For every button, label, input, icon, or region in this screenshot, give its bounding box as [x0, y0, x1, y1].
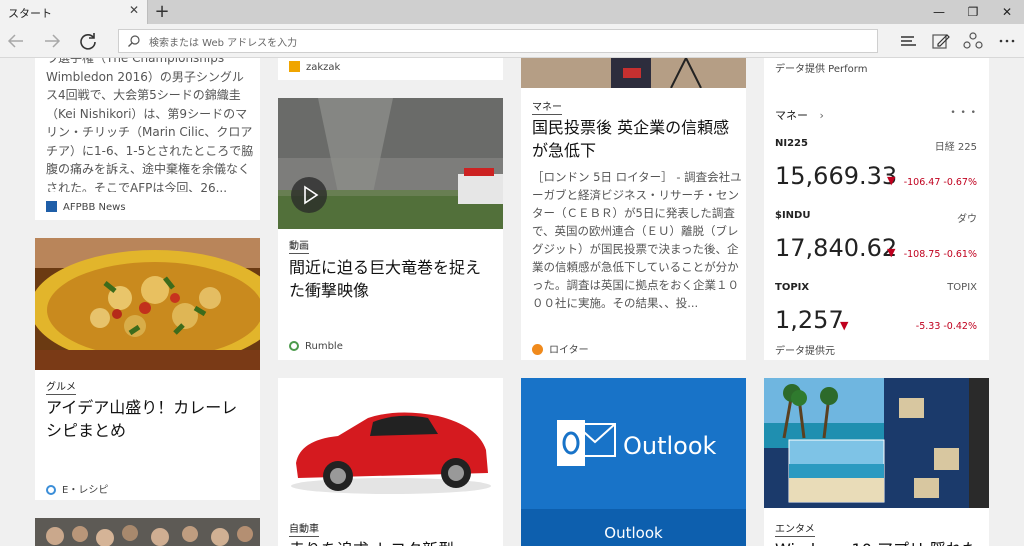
more-icon[interactable] — [996, 30, 1018, 52]
article-headline: アイデア山盛り！カレーレシピまとめ — [46, 398, 238, 440]
web-note-icon[interactable] — [930, 30, 952, 52]
article-source: ロイター — [532, 341, 589, 356]
market-card[interactable]: データ提供 Perform マネー › • • • NI225 日経 225 1… — [764, 58, 989, 360]
market-change: -106.47 -0.67% — [903, 177, 977, 188]
down-arrow-icon: ▼ — [887, 246, 896, 259]
window-close-icon[interactable]: ✕ — [990, 0, 1024, 24]
crowd-photo — [35, 518, 260, 546]
article-category: 動画 — [289, 237, 309, 254]
article-headline: Windows 10 アプリ 隠れた — [775, 538, 980, 546]
news-card-zakzak[interactable]: zakzak — [278, 58, 503, 80]
outlook-tile[interactable]: Outlook Outlook — [521, 378, 746, 546]
press-conference-photo — [521, 58, 746, 88]
tab-close-icon[interactable]: ✕ — [127, 3, 141, 17]
market-footer: データ提供元 — [775, 346, 835, 357]
market-name: ダウ — [957, 214, 977, 225]
article-source: Rumble — [289, 341, 343, 352]
news-card-money[interactable]: マネー 国民投票後 英企業の信頼感が急低下 ［ロンドン 5日 ロイター］ - 調… — [521, 58, 746, 360]
article-headline: 間近に迫る巨大竜巻を捉えた衝撃映像 — [289, 258, 482, 300]
market-symbol: NI225 — [775, 138, 808, 149]
news-feed: ラ選手権（The Championships Wimbledon 2016）の男… — [0, 58, 1024, 546]
reuters-logo-icon — [532, 344, 543, 355]
market-symbol: TOPIX — [775, 282, 810, 293]
article-headline: 走りを追求 トヨタ新型 — [289, 538, 494, 546]
hub-icon[interactable] — [898, 30, 920, 52]
article-body: ラ選手権（The Championships Wimbledon 2016）の男… — [46, 58, 254, 192]
navigation-bar: 検索または Web アドレスを入力 — [0, 24, 1024, 58]
address-placeholder: 検索または Web アドレスを入力 — [149, 38, 298, 49]
article-headline: 国民投票後 英企業の信頼感が急低下 — [532, 118, 730, 160]
search-icon — [128, 35, 140, 47]
refresh-icon[interactable] — [76, 29, 100, 53]
minimize-icon[interactable]: — — [922, 0, 956, 24]
news-card-tornado[interactable]: 動画 間近に迫る巨大竜巻を捉えた衝撃映像 Rumble — [278, 98, 503, 360]
more-options-icon[interactable]: • • • — [950, 108, 977, 118]
news-card-car[interactable]: 自動車 走りを追求 トヨタ新型 — [278, 378, 503, 546]
market-header[interactable]: マネー › — [775, 107, 824, 123]
market-value: 1,257 — [775, 306, 844, 334]
news-card-entertainment[interactable]: エンタメ Windows 10 アプリ 隠れた — [764, 378, 989, 546]
outlook-label: Outlook — [604, 524, 663, 542]
market-value: 15,669.33 — [775, 162, 898, 190]
tab-bar: スタート ✕ + — ❐ ✕ — [0, 0, 1024, 24]
back-icon[interactable] — [4, 29, 28, 53]
market-name: 日経 225 — [934, 142, 977, 153]
article-source: AFPBB News — [46, 201, 126, 213]
market-change: -5.33 -0.42% — [915, 321, 977, 332]
market-top-note: データ提供 Perform — [775, 64, 868, 75]
restore-icon[interactable]: ❐ — [956, 0, 990, 24]
down-arrow-icon: ▼ — [887, 174, 896, 187]
forward-icon[interactable] — [40, 29, 64, 53]
car-photo — [278, 378, 503, 508]
new-tab-button[interactable]: + — [152, 1, 172, 23]
zakzak-logo-icon — [289, 61, 300, 72]
article-body: ［ロンドン 5日 ロイター］ - 調査会社ユーガブと経済ビジネス・リサーチ・セン… — [532, 170, 742, 310]
tab-title: スタート — [8, 7, 52, 20]
news-card-gourmet[interactable]: グルメ アイデア山盛り！カレーレシピまとめ E・レシピ — [35, 238, 260, 500]
market-name: TOPIX — [947, 282, 977, 293]
article-source: zakzak — [289, 61, 340, 73]
down-arrow-icon: ▼ — [840, 319, 849, 332]
chevron-right-icon: › — [819, 109, 824, 122]
address-bar[interactable]: 検索または Web アドレスを入力 — [118, 29, 878, 53]
outlook-logo-text: Outlook — [623, 432, 717, 460]
afpbb-logo-icon — [46, 201, 57, 212]
curry-photo — [35, 238, 260, 370]
share-icon[interactable] — [962, 30, 984, 52]
article-category: グルメ — [46, 378, 76, 395]
article-category: 自動車 — [289, 520, 319, 537]
puzzle-app-screenshot — [764, 378, 989, 508]
market-value: 17,840.62 — [775, 234, 898, 262]
erecipe-logo-icon — [46, 485, 56, 495]
article-category: エンタメ — [775, 520, 815, 537]
news-card-tennis[interactable]: ラ選手権（The Championships Wimbledon 2016）の男… — [35, 58, 260, 220]
outlook-logo-icon — [557, 420, 616, 466]
market-symbol: $INDU — [775, 210, 811, 221]
article-category: マネー — [532, 98, 562, 115]
tab-start[interactable]: スタート ✕ — [0, 0, 148, 24]
play-icon[interactable] — [291, 177, 327, 213]
news-card-photo[interactable] — [35, 518, 260, 546]
market-change: -108.75 -0.61% — [903, 249, 977, 260]
rumble-logo-icon — [289, 341, 299, 351]
article-source: E・レシピ — [46, 481, 108, 496]
